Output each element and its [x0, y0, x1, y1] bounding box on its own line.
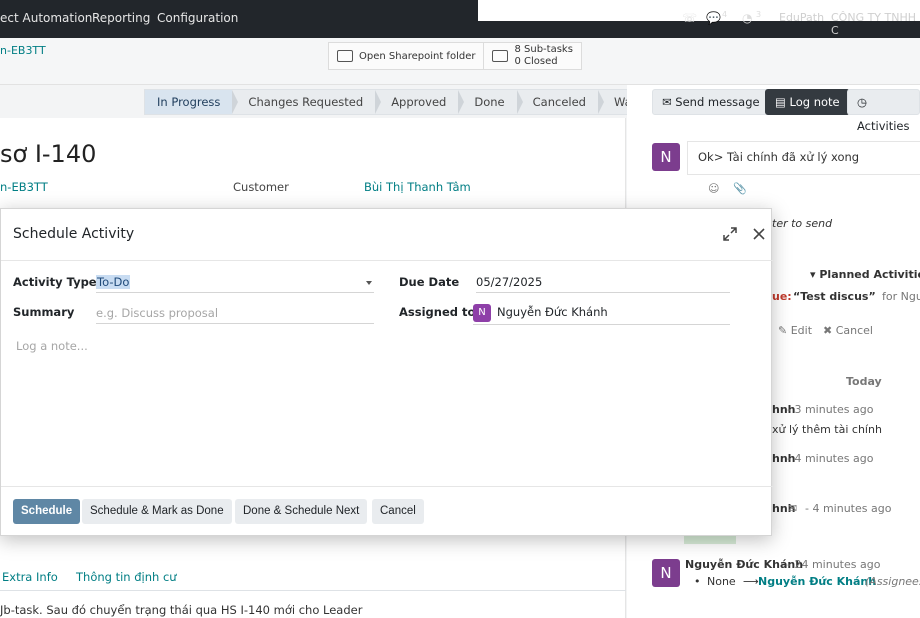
msg1-time: - 3 minutes ago [787, 403, 874, 416]
activity-summary: “Test discus” [793, 290, 876, 303]
activities-badge: 3 [756, 10, 762, 19]
top-navbar: ect Automation Reporting Configuration ☏… [0, 0, 920, 38]
msg4-bullet-to: Nguyễn Đức Khánh [758, 575, 877, 588]
activity-type-label: Activity Type [13, 275, 97, 289]
phone-icon[interactable]: ☏ [682, 12, 697, 24]
today-separator: Today [846, 375, 882, 388]
dialog-footer: Schedule Schedule & Mark as Done Done & … [1, 486, 773, 537]
folder-icon [337, 50, 353, 62]
dialog-header: Schedule Activity [1, 209, 773, 261]
assignee-avatar: N [473, 303, 491, 322]
menu-project-automation[interactable]: ect Automation [0, 11, 92, 25]
smart-buttons: Open Sharepoint folder 8 Sub-tasks 0 Clo… [328, 42, 582, 70]
stage-in-progress[interactable]: In Progress [145, 90, 239, 114]
avatar: N [652, 143, 680, 171]
activities-button[interactable]: ◷ Activities [847, 89, 920, 133]
stage-approved[interactable]: Approved [375, 90, 465, 114]
summary-input[interactable]: e.g. Discuss proposal [96, 304, 374, 324]
note-icon: ▤ [775, 95, 790, 109]
form-tabs: Extra Info Thông tin định cư [0, 563, 626, 591]
schedule-mark-done-button[interactable]: Schedule & Mark as Done [82, 499, 232, 524]
schedule-activity-dialog: Schedule Activity Activity Type To-Do Su… [0, 208, 773, 537]
msg4-bullet-dot: • [694, 575, 701, 588]
due-label: ue: [772, 290, 792, 303]
assigned-to-field[interactable]: N Nguyễn Đức Khánh [473, 303, 730, 325]
breadcrumb[interactable]: n-EB3TT [0, 44, 46, 57]
record-ref: n-EB3TT [0, 180, 48, 194]
record-title[interactable]: sơ I-140 [0, 140, 96, 168]
clock-icon[interactable]: ◔ [742, 12, 756, 24]
due-date-input[interactable]: 05/27/2025 [476, 273, 730, 293]
msg4-author: Nguyễn Đức Khánh [685, 558, 804, 571]
envelope-icon: ✉ [662, 95, 676, 109]
msg2-time: - 4 minutes ago [787, 452, 874, 465]
dialog-title: Schedule Activity [13, 226, 135, 242]
status-bar: In Progress Changes Requested Approved D… [144, 89, 671, 115]
sharepoint-label: Open Sharepoint folder [359, 50, 476, 62]
messages-badge: 4 [722, 10, 728, 19]
edit-activity-button[interactable]: ✎ Edit [778, 324, 812, 337]
due-date-label: Due Date [399, 275, 460, 289]
customer-value[interactable]: Bùi Thị Thanh Tâm [364, 180, 471, 194]
expand-icon[interactable] [722, 226, 738, 242]
clock-icon-activities: ◷ [857, 95, 868, 109]
activity-type-select[interactable]: To-Do [96, 273, 374, 293]
activity-type-value: To-Do [96, 275, 131, 289]
arrow-icon: ⟶ [743, 575, 759, 588]
cancel-activity-button[interactable]: ✖ Cancel [823, 324, 873, 337]
subtasks-closed: 0 Closed [514, 56, 558, 67]
task-description: Jb-task. Sau đó chuyển trạng thái qua HS… [0, 603, 363, 617]
send-message-button[interactable]: ✉ Send message [652, 89, 770, 115]
stage-canceled[interactable]: Canceled [517, 90, 605, 114]
msg4-time: - 24 minutes ago [787, 558, 881, 571]
tab-settlement-info[interactable]: Thông tin định cư [76, 570, 177, 584]
chat-icon[interactable]: 💬 [706, 12, 721, 24]
stage-changes-requested[interactable]: Changes Requested [232, 90, 381, 114]
schedule-button[interactable]: Schedule [13, 499, 81, 524]
subtasks-count: 8 Sub-tasks [514, 44, 573, 55]
msg4-bullet-from: None [707, 575, 736, 588]
subtasks-button[interactable]: 8 Sub-tasks 0 Closed [484, 43, 580, 69]
msg3-envelope-icon: ✉ [788, 502, 798, 515]
cancel-button[interactable]: Cancel [372, 499, 424, 524]
note-editor[interactable]: Log a note... [16, 339, 88, 353]
chevron-down-icon [366, 281, 372, 285]
close-icon[interactable] [751, 226, 767, 242]
sharepoint-button[interactable]: Open Sharepoint folder [329, 43, 485, 69]
due-date-value: 05/27/2025 [476, 275, 543, 289]
msg1-body: xử lý thêm tài chính [772, 423, 882, 436]
log-note-button[interactable]: ▤ Log note [765, 89, 850, 115]
user-name[interactable]: EduPath [779, 11, 824, 24]
msg4-avatar: N [652, 559, 680, 587]
activity-assignee: for Ngu [882, 290, 920, 303]
menu-reporting[interactable]: Reporting [92, 11, 150, 25]
planned-activities-toggle[interactable]: ▾ Planned Activities [810, 268, 920, 281]
tab-extra-info[interactable]: Extra Info [2, 570, 58, 584]
msg4-bullet-field: (Assignees [865, 575, 920, 588]
company-name[interactable]: CÔNG TY TNHH C [831, 11, 920, 37]
summary-label: Summary [13, 305, 75, 319]
menu-configuration[interactable]: Configuration [157, 11, 238, 25]
attachment-icon[interactable]: 📎 [733, 182, 747, 195]
stage-done[interactable]: Done [458, 90, 523, 114]
enter-hint: ter to send [772, 217, 833, 230]
chatter-compose[interactable]: Ok> Tài chính đã xử lý xong [687, 141, 920, 175]
assignee-name: Nguyễn Đức Khánh [497, 305, 608, 319]
customer-label: Customer [233, 180, 289, 194]
done-schedule-next-button[interactable]: Done & Schedule Next [235, 499, 368, 524]
msg3-time: - 4 minutes ago [805, 502, 892, 515]
assigned-to-label: Assigned to [399, 305, 476, 319]
tasks-icon [492, 50, 509, 62]
emoji-icon[interactable]: ☺ [708, 182, 719, 195]
summary-placeholder: e.g. Discuss proposal [96, 306, 219, 320]
